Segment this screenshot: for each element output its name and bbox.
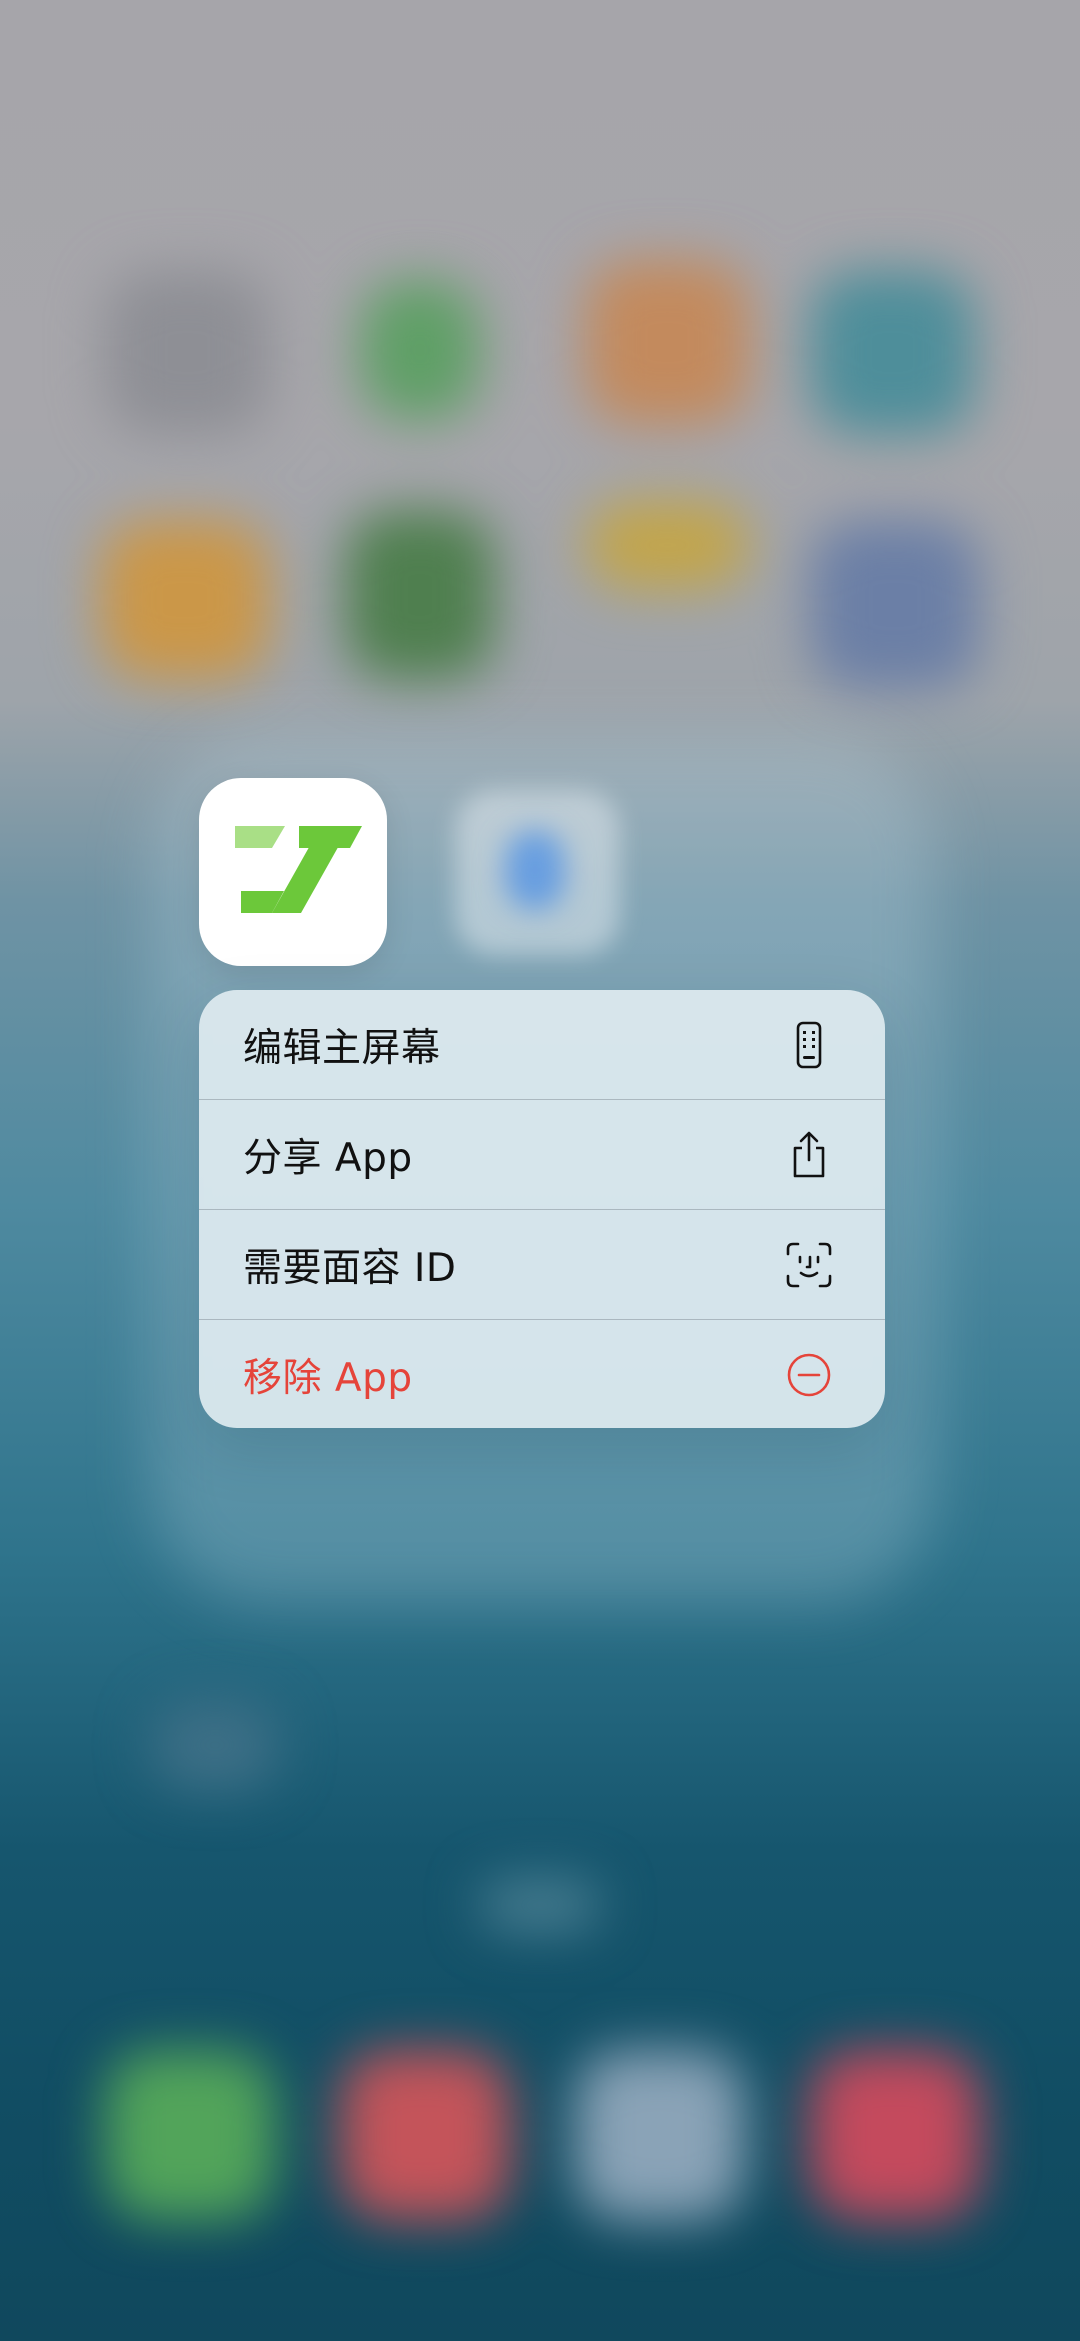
blurred-app-icon — [585, 500, 750, 590]
menu-item-remove-app[interactable]: 移除 App — [199, 1320, 885, 1428]
blurred-page-dots — [480, 1880, 600, 1930]
blurred-widget — [150, 1700, 280, 1790]
minus-circle-icon — [783, 1349, 835, 1401]
menu-item-share-app[interactable]: 分享 App — [199, 1100, 885, 1210]
blurred-map-pin-icon — [505, 830, 565, 910]
blurred-dock-app-icon — [340, 2050, 510, 2220]
blurred-app-icon — [810, 520, 980, 690]
blurred-app-icon — [345, 510, 495, 680]
menu-item-label: 需要面容 ID — [243, 1246, 457, 1291]
blurred-dock-app-icon — [810, 2050, 980, 2220]
face-id-icon — [783, 1239, 835, 1291]
blurred-app-icon — [360, 280, 480, 420]
blurred-app-icon — [100, 520, 270, 680]
green-z-logo-icon — [235, 826, 362, 913]
menu-item-edit-home-screen[interactable]: 编辑主屏幕 — [199, 990, 885, 1100]
blurred-dock-app-icon — [575, 2050, 745, 2220]
phone-screen-icon — [783, 1019, 835, 1071]
focused-app-icon[interactable] — [199, 778, 387, 966]
blurred-app-icon — [585, 260, 750, 425]
menu-item-label: 分享 App — [243, 1136, 413, 1181]
menu-item-require-face-id[interactable]: 需要面容 ID — [199, 1210, 885, 1320]
app-context-menu: 编辑主屏幕 分享 App 需要面容 ID 移除 App — [199, 990, 885, 1428]
blurred-app-icon — [105, 270, 270, 435]
menu-item-label: 移除 App — [243, 1356, 413, 1401]
menu-item-label: 编辑主屏幕 — [243, 1026, 441, 1071]
blurred-app-icon — [810, 270, 975, 435]
share-icon — [783, 1129, 835, 1181]
blurred-dock-app-icon — [105, 2050, 275, 2220]
